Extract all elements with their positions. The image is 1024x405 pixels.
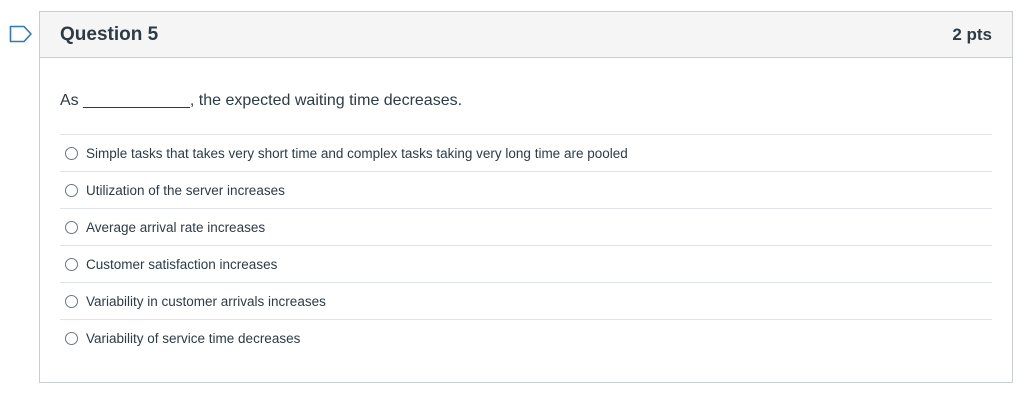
question-body: As ____________, the expected waiting ti… [40, 91, 1012, 357]
radio-button[interactable] [65, 294, 78, 308]
radio-button[interactable] [65, 183, 78, 197]
answer-label: Average arrival rate increases [86, 219, 266, 235]
answer-label: Utilization of the server increases [86, 182, 285, 198]
answer-label: Customer satisfaction increases [86, 256, 278, 272]
answer-option[interactable]: Variability in customer arrivals increas… [60, 283, 992, 320]
question-title: Question 5 [60, 23, 159, 45]
quiz-page: Question 5 2 pts As ____________, the ex… [0, 0, 1024, 405]
answer-label: Simple tasks that takes very short time … [86, 145, 628, 161]
answer-list: Simple tasks that takes very short time … [60, 134, 992, 357]
answer-option[interactable]: Variability of service time decreases [60, 320, 992, 357]
question-card: Question 5 2 pts As ____________, the ex… [39, 11, 1013, 383]
answer-option[interactable]: Simple tasks that takes very short time … [60, 135, 992, 172]
radio-button[interactable] [65, 220, 78, 234]
answer-option[interactable]: Customer satisfaction increases [60, 246, 992, 283]
answer-option[interactable]: Average arrival rate increases [60, 209, 992, 246]
radio-button[interactable] [65, 332, 78, 345]
answer-option[interactable]: Utilization of the server increases [60, 172, 992, 209]
radio-button[interactable] [65, 257, 78, 271]
question-text: As ____________, the expected waiting ti… [60, 92, 463, 109]
answer-label: Variability of service time decreases [86, 331, 301, 346]
radio-button[interactable] [65, 146, 78, 160]
answer-label: Variability in customer arrivals increas… [86, 293, 326, 309]
bookmark-flag-icon[interactable] [9, 25, 33, 43]
question-header: Question 5 2 pts [40, 12, 1012, 58]
question-points: 2 pts [952, 24, 992, 44]
